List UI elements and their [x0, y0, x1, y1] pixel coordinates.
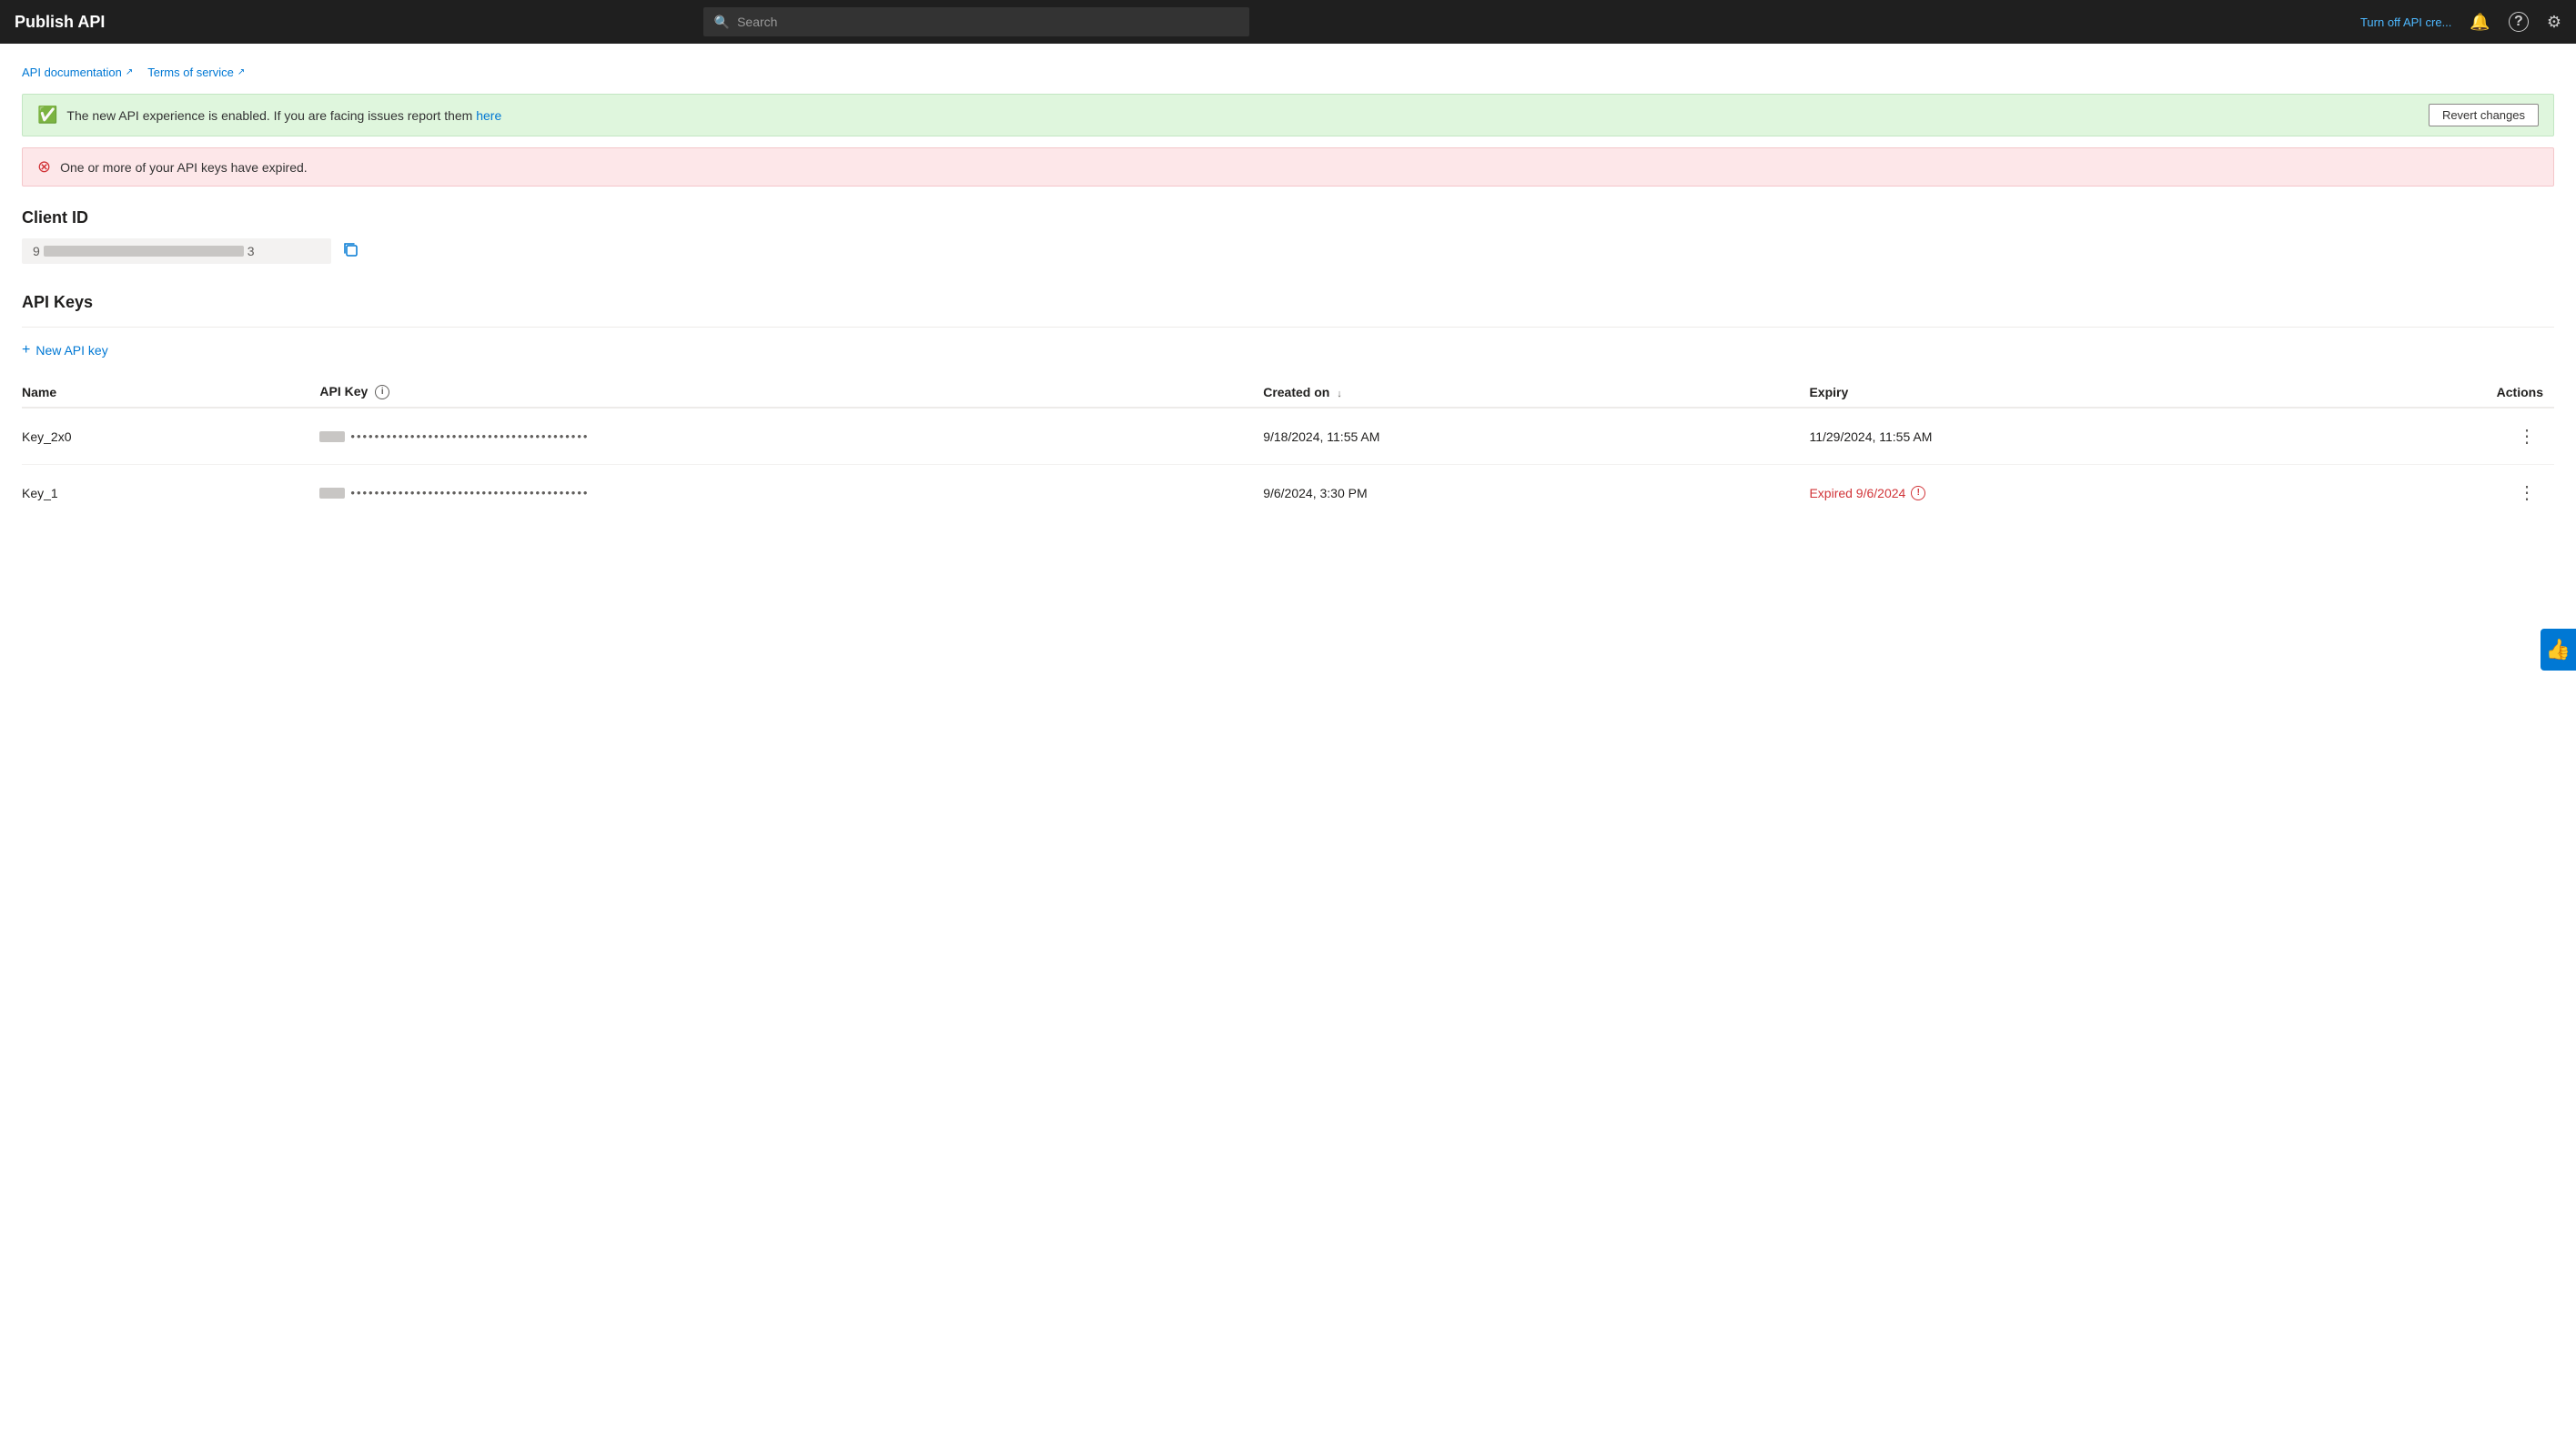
client-id-end: 3 — [247, 244, 255, 258]
col-header-api-key: API Key i — [319, 377, 1263, 408]
api-key-display-1: •••••••••••••••••••••••••••••••••••••••• — [319, 429, 1252, 443]
row-2-api-key: •••••••••••••••••••••••••••••••••••••••• — [319, 465, 1263, 521]
breadcrumb-links: API documentation ↗ Terms of service ↗ — [22, 58, 2554, 79]
table-header-row: Name API Key i Created on ↓ Expiry Actio… — [22, 377, 2554, 408]
row-1-actions: ⋮ — [2356, 408, 2554, 465]
row-2-actions-button[interactable]: ⋮ — [2510, 479, 2543, 506]
col-header-expiry: Expiry — [1809, 377, 2355, 408]
api-key-display-2: •••••••••••••••••••••••••••••••••••••••• — [319, 486, 1252, 500]
client-id-section-title: Client ID — [22, 208, 2554, 227]
row-1-expiry: 11/29/2024, 11:55 AM — [1809, 408, 2355, 465]
terms-of-service-link[interactable]: Terms of service ↗ — [147, 66, 245, 79]
error-banner-text: One or more of your API keys have expire… — [60, 160, 2539, 175]
row-1-created-on: 9/18/2024, 11:55 AM — [1263, 408, 1809, 465]
api-key-dots-1: •••••••••••••••••••••••••••••••••••••••• — [350, 429, 589, 443]
row-2-expiry: Expired 9/6/2024 ! — [1809, 465, 2355, 521]
settings-icon[interactable]: ⚙ — [2547, 13, 2561, 32]
col-header-name: Name — [22, 377, 319, 408]
error-icon: ⊗ — [37, 157, 51, 177]
topbar-title: Publish API — [15, 13, 142, 32]
feedback-button[interactable]: 👍 — [2541, 629, 2576, 671]
client-id-value: 9 3 — [22, 238, 331, 264]
plus-icon: + — [22, 342, 30, 358]
client-id-row: 9 3 — [22, 238, 2554, 264]
topbar-icons: Turn off API cre... 🔔 ? ⚙ — [2360, 12, 2561, 32]
table-header: Name API Key i Created on ↓ Expiry Actio… — [22, 377, 2554, 408]
revert-changes-button[interactable]: Revert changes — [2429, 104, 2539, 126]
success-icon: ✅ — [37, 106, 57, 125]
help-icon[interactable]: ? — [2509, 12, 2529, 32]
row-2-created-on: 9/6/2024, 3:30 PM — [1263, 465, 1809, 521]
success-banner-text: The new API experience is enabled. If yo… — [66, 108, 2414, 123]
col-header-actions: Actions — [2356, 377, 2554, 408]
turn-off-api-link[interactable]: Turn off API cre... — [2360, 15, 2451, 29]
expiry-expired-badge: Expired 9/6/2024 ! — [1809, 486, 2344, 500]
search-icon: 🔍 — [714, 15, 730, 30]
row-2-name: Key_1 — [22, 465, 319, 521]
row-1-api-key: •••••••••••••••••••••••••••••••••••••••• — [319, 408, 1263, 465]
copy-client-id-button[interactable] — [340, 239, 360, 264]
external-link-icon-2: ↗ — [237, 67, 245, 77]
error-banner: ⊗ One or more of your API keys have expi… — [22, 147, 2554, 187]
main-content: API documentation ↗ Terms of service ↗ ✅… — [0, 44, 2576, 557]
client-id-start: 9 — [33, 244, 40, 258]
new-api-key-button[interactable]: + New API key — [22, 338, 108, 362]
notifications-icon[interactable]: 🔔 — [2470, 13, 2490, 32]
table-row: Key_1 ••••••••••••••••••••••••••••••••••… — [22, 465, 2554, 521]
api-key-prefix-1 — [319, 431, 345, 442]
table-row: Key_2x0 ••••••••••••••••••••••••••••••••… — [22, 408, 2554, 465]
row-1-name: Key_2x0 — [22, 408, 319, 465]
expiry-warning-icon: ! — [1911, 486, 1925, 500]
api-key-prefix-2 — [319, 488, 345, 499]
api-keys-section: API Keys — [22, 293, 2554, 312]
api-keys-title: API Keys — [22, 293, 2554, 312]
success-banner: ✅ The new API experience is enabled. If … — [22, 94, 2554, 136]
search-input[interactable] — [737, 15, 1238, 29]
client-id-masked — [44, 246, 244, 257]
sort-icon: ↓ — [1337, 388, 1342, 399]
search-container: 🔍 — [703, 7, 1249, 36]
api-documentation-link[interactable]: API documentation ↗ — [22, 66, 133, 79]
external-link-icon-1: ↗ — [126, 67, 133, 77]
api-keys-table: Name API Key i Created on ↓ Expiry Actio… — [22, 377, 2554, 520]
api-key-dots-2: •••••••••••••••••••••••••••••••••••••••• — [350, 486, 589, 500]
row-1-actions-button[interactable]: ⋮ — [2510, 423, 2543, 449]
divider — [22, 327, 2554, 328]
table-body: Key_2x0 ••••••••••••••••••••••••••••••••… — [22, 408, 2554, 520]
api-key-info-icon[interactable]: i — [375, 385, 389, 399]
topbar: Publish API 🔍 Turn off API cre... 🔔 ? ⚙ — [0, 0, 2576, 44]
here-link[interactable]: here — [476, 108, 501, 123]
col-header-created-on[interactable]: Created on ↓ — [1263, 377, 1809, 408]
row-2-actions: ⋮ — [2356, 465, 2554, 521]
